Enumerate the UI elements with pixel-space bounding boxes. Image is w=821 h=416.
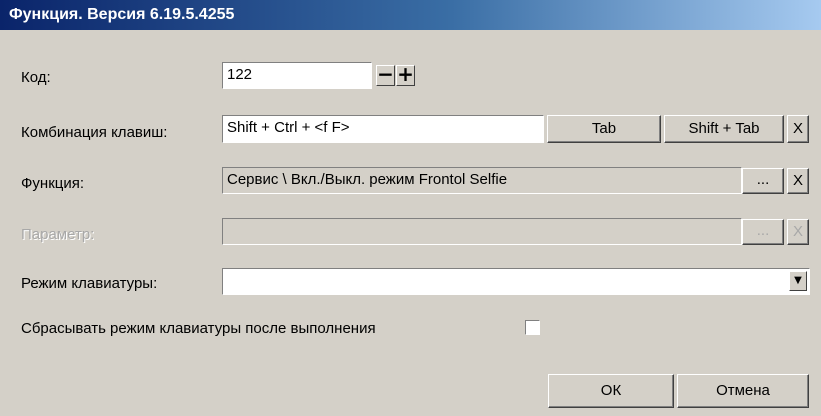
function-clear-button[interactable]: X bbox=[787, 168, 809, 194]
chevron-down-icon[interactable]: ▼ bbox=[789, 271, 807, 291]
title-bar: Функция. Версия 6.19.5.4255 bbox=[0, 0, 821, 30]
ok-button[interactable]: ОК bbox=[548, 374, 674, 408]
code-label: Код: bbox=[21, 69, 51, 86]
shift-tab-button[interactable]: Shift + Tab bbox=[664, 115, 784, 143]
function-input: Сервис \ Вкл./Выкл. режим Frontol Selfie bbox=[222, 167, 742, 194]
parameter-clear-button: X bbox=[787, 219, 809, 245]
keyboard-mode-select[interactable] bbox=[222, 268, 810, 295]
hotkey-label: Комбинация клавиш: bbox=[21, 124, 168, 141]
function-browse-button[interactable]: ... bbox=[742, 168, 784, 194]
parameter-browse-button: ... bbox=[742, 219, 784, 245]
reset-mode-checkbox[interactable] bbox=[525, 320, 540, 335]
reset-mode-label: Сбрасывать режим клавиатуры после выполн… bbox=[21, 320, 376, 337]
code-increment-button[interactable]: + bbox=[396, 64, 415, 86]
code-decrement-button[interactable]: − bbox=[376, 64, 395, 86]
parameter-label: Параметр: bbox=[21, 226, 95, 243]
hotkey-clear-button[interactable]: X bbox=[787, 115, 809, 143]
function-dialog: Функция. Версия 6.19.5.4255 Код: 122 − +… bbox=[0, 0, 821, 416]
function-label: Функция: bbox=[21, 175, 85, 192]
code-input[interactable]: 122 bbox=[222, 62, 372, 89]
keyboard-mode-label: Режим клавиатуры: bbox=[21, 275, 158, 292]
hotkey-input[interactable]: Shift + Ctrl + <f F> bbox=[222, 115, 544, 143]
parameter-input bbox=[222, 218, 742, 245]
cancel-button[interactable]: Отмена bbox=[677, 374, 809, 408]
window-title: Функция. Версия 6.19.5.4255 bbox=[9, 6, 235, 23]
tab-button[interactable]: Tab bbox=[547, 115, 661, 143]
